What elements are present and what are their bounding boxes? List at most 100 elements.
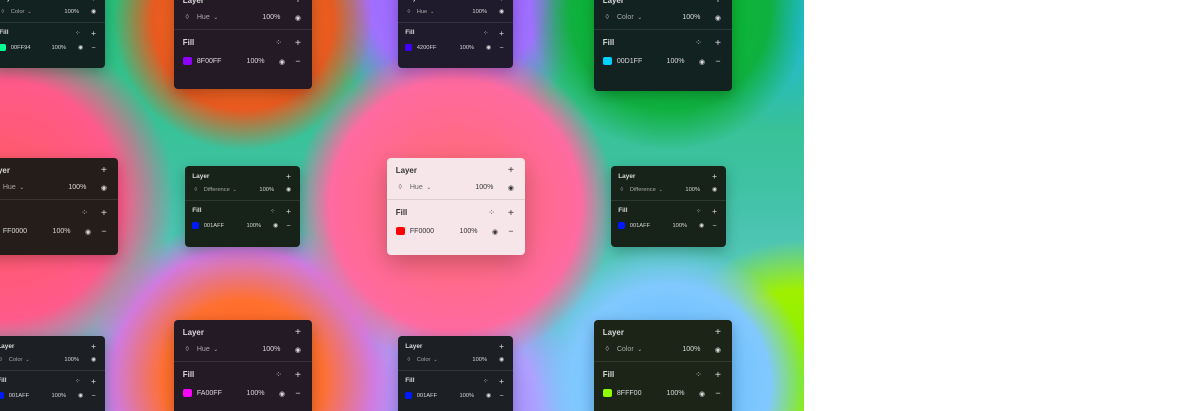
fill-hex-value[interactable]: 4200FF bbox=[417, 45, 437, 51]
fill-hex-value[interactable]: 001AFF bbox=[204, 223, 224, 229]
eye-icon[interactable]: ◉ bbox=[484, 393, 493, 399]
eye-icon[interactable]: ◉ bbox=[76, 45, 85, 51]
fill-hex-value[interactable]: 001AFF bbox=[630, 223, 650, 229]
fill-hex-value[interactable]: 00FF94 bbox=[11, 45, 31, 51]
fill-hex-value[interactable]: FF0000 bbox=[410, 228, 434, 235]
add-fill-icon[interactable]: + bbox=[99, 207, 110, 219]
blend-mode-select[interactable]: Color ⌄ bbox=[11, 9, 32, 15]
eye-icon[interactable]: ◉ bbox=[271, 223, 280, 229]
fill-opacity-value[interactable]: 100% bbox=[459, 45, 474, 51]
fill-opacity-value[interactable]: 100% bbox=[459, 393, 474, 399]
layer-opacity-value[interactable]: 100% bbox=[472, 357, 487, 363]
add-fill-icon[interactable]: + bbox=[293, 37, 304, 49]
add-layer-icon[interactable]: + bbox=[89, 0, 98, 3]
remove-fill-icon[interactable]: − bbox=[89, 391, 98, 400]
add-fill-icon[interactable]: + bbox=[89, 28, 98, 38]
fill-color-swatch[interactable] bbox=[182, 56, 192, 66]
add-layer-icon[interactable]: + bbox=[506, 164, 517, 176]
add-layer-icon[interactable]: + bbox=[293, 0, 304, 6]
remove-fill-icon[interactable]: − bbox=[710, 221, 719, 230]
fill-opacity-value[interactable]: 100% bbox=[53, 228, 71, 235]
fill-color-swatch[interactable] bbox=[182, 388, 192, 398]
fill-opacity-value[interactable]: 100% bbox=[51, 45, 66, 51]
add-layer-icon[interactable]: + bbox=[284, 171, 293, 181]
fill-opacity-value[interactable]: 100% bbox=[667, 58, 685, 65]
eye-icon[interactable]: ◉ bbox=[99, 183, 110, 192]
remove-fill-icon[interactable]: − bbox=[713, 388, 724, 398]
layer-opacity-value[interactable]: 100% bbox=[64, 357, 79, 363]
blend-mode-select[interactable]: Difference ⌄ bbox=[630, 187, 663, 193]
blend-mode-select[interactable]: Hue ⌄ bbox=[197, 14, 219, 21]
styles-grid-icon[interactable]: ⁘ bbox=[273, 38, 284, 47]
eye-icon[interactable]: ◉ bbox=[293, 13, 304, 22]
blend-mode-select[interactable]: Color ⌄ bbox=[617, 14, 643, 21]
eye-icon[interactable]: ◉ bbox=[293, 345, 304, 354]
fill-color-swatch[interactable] bbox=[602, 388, 612, 398]
fill-hex-value[interactable]: FA00FF bbox=[197, 390, 222, 397]
fill-hex-value[interactable]: 8FFF00 bbox=[617, 390, 642, 397]
add-layer-icon[interactable]: + bbox=[89, 341, 98, 351]
add-fill-icon[interactable]: + bbox=[713, 37, 724, 49]
eye-icon[interactable]: ◉ bbox=[497, 357, 506, 363]
add-layer-icon[interactable]: + bbox=[99, 164, 110, 176]
add-layer-icon[interactable]: + bbox=[293, 326, 304, 338]
add-fill-icon[interactable]: + bbox=[497, 376, 506, 386]
fill-opacity-value[interactable]: 100% bbox=[667, 390, 685, 397]
fill-hex-value[interactable]: 001AFF bbox=[417, 393, 437, 399]
styles-grid-icon[interactable]: ⁘ bbox=[486, 208, 497, 217]
add-layer-icon[interactable]: + bbox=[713, 326, 724, 338]
eye-icon[interactable]: ◉ bbox=[713, 345, 724, 354]
add-layer-icon[interactable]: + bbox=[497, 0, 506, 3]
layer-opacity-value[interactable]: 100% bbox=[262, 346, 280, 353]
styles-grid-icon[interactable]: ⁘ bbox=[273, 370, 284, 379]
add-fill-icon[interactable]: + bbox=[497, 28, 506, 38]
eye-icon[interactable]: ◉ bbox=[277, 57, 288, 66]
fill-color-swatch[interactable] bbox=[405, 44, 413, 52]
fill-hex-value[interactable]: 00D1FF bbox=[617, 58, 642, 65]
styles-grid-icon[interactable]: ⁘ bbox=[79, 208, 90, 217]
eye-icon[interactable]: ◉ bbox=[697, 223, 706, 229]
fill-color-swatch[interactable] bbox=[602, 56, 612, 66]
blend-mode-select[interactable]: Difference ⌄ bbox=[204, 187, 237, 193]
fill-opacity-value[interactable]: 100% bbox=[672, 223, 687, 229]
add-fill-icon[interactable]: + bbox=[293, 369, 304, 381]
layer-opacity-value[interactable]: 100% bbox=[68, 184, 86, 191]
eye-icon[interactable]: ◉ bbox=[277, 389, 288, 398]
fill-color-swatch[interactable] bbox=[192, 222, 200, 230]
remove-fill-icon[interactable]: − bbox=[284, 221, 293, 230]
styles-grid-icon[interactable]: ⁘ bbox=[481, 29, 490, 37]
layer-opacity-value[interactable]: 100% bbox=[682, 346, 700, 353]
styles-grid-icon[interactable]: ⁘ bbox=[73, 377, 82, 385]
fill-opacity-value[interactable]: 100% bbox=[246, 223, 261, 229]
fill-color-swatch[interactable] bbox=[0, 44, 7, 52]
eye-icon[interactable]: ◉ bbox=[490, 227, 501, 236]
add-layer-icon[interactable]: + bbox=[497, 341, 506, 351]
remove-fill-icon[interactable]: − bbox=[713, 56, 724, 66]
remove-fill-icon[interactable]: − bbox=[497, 391, 506, 400]
eye-icon[interactable]: ◉ bbox=[697, 389, 708, 398]
add-fill-icon[interactable]: + bbox=[89, 376, 98, 386]
fill-opacity-value[interactable]: 100% bbox=[247, 58, 265, 65]
add-fill-icon[interactable]: + bbox=[710, 206, 719, 216]
eye-icon[interactable]: ◉ bbox=[506, 183, 517, 192]
eye-icon[interactable]: ◉ bbox=[89, 9, 98, 15]
blend-mode-select[interactable]: Hue ⌄ bbox=[410, 184, 432, 191]
add-fill-icon[interactable]: + bbox=[506, 207, 517, 219]
layer-opacity-value[interactable]: 100% bbox=[475, 184, 493, 191]
blend-mode-select[interactable]: Hue ⌄ bbox=[3, 184, 25, 191]
remove-fill-icon[interactable]: − bbox=[293, 388, 304, 398]
styles-grid-icon[interactable]: ⁘ bbox=[268, 207, 277, 215]
layer-opacity-value[interactable]: 100% bbox=[682, 14, 700, 21]
fill-color-swatch[interactable] bbox=[405, 392, 413, 400]
remove-fill-icon[interactable]: − bbox=[293, 56, 304, 66]
fill-hex-value[interactable]: FF0000 bbox=[3, 228, 27, 235]
layer-opacity-value[interactable]: 100% bbox=[472, 9, 487, 15]
add-layer-icon[interactable]: + bbox=[710, 171, 719, 181]
eye-icon[interactable]: ◉ bbox=[89, 357, 98, 363]
remove-fill-icon[interactable]: − bbox=[89, 43, 98, 52]
eye-icon[interactable]: ◉ bbox=[284, 187, 293, 193]
styles-grid-icon[interactable]: ⁘ bbox=[73, 29, 82, 37]
fill-opacity-value[interactable]: 100% bbox=[460, 228, 478, 235]
add-layer-icon[interactable]: + bbox=[713, 0, 724, 6]
fill-color-swatch[interactable] bbox=[0, 392, 5, 400]
